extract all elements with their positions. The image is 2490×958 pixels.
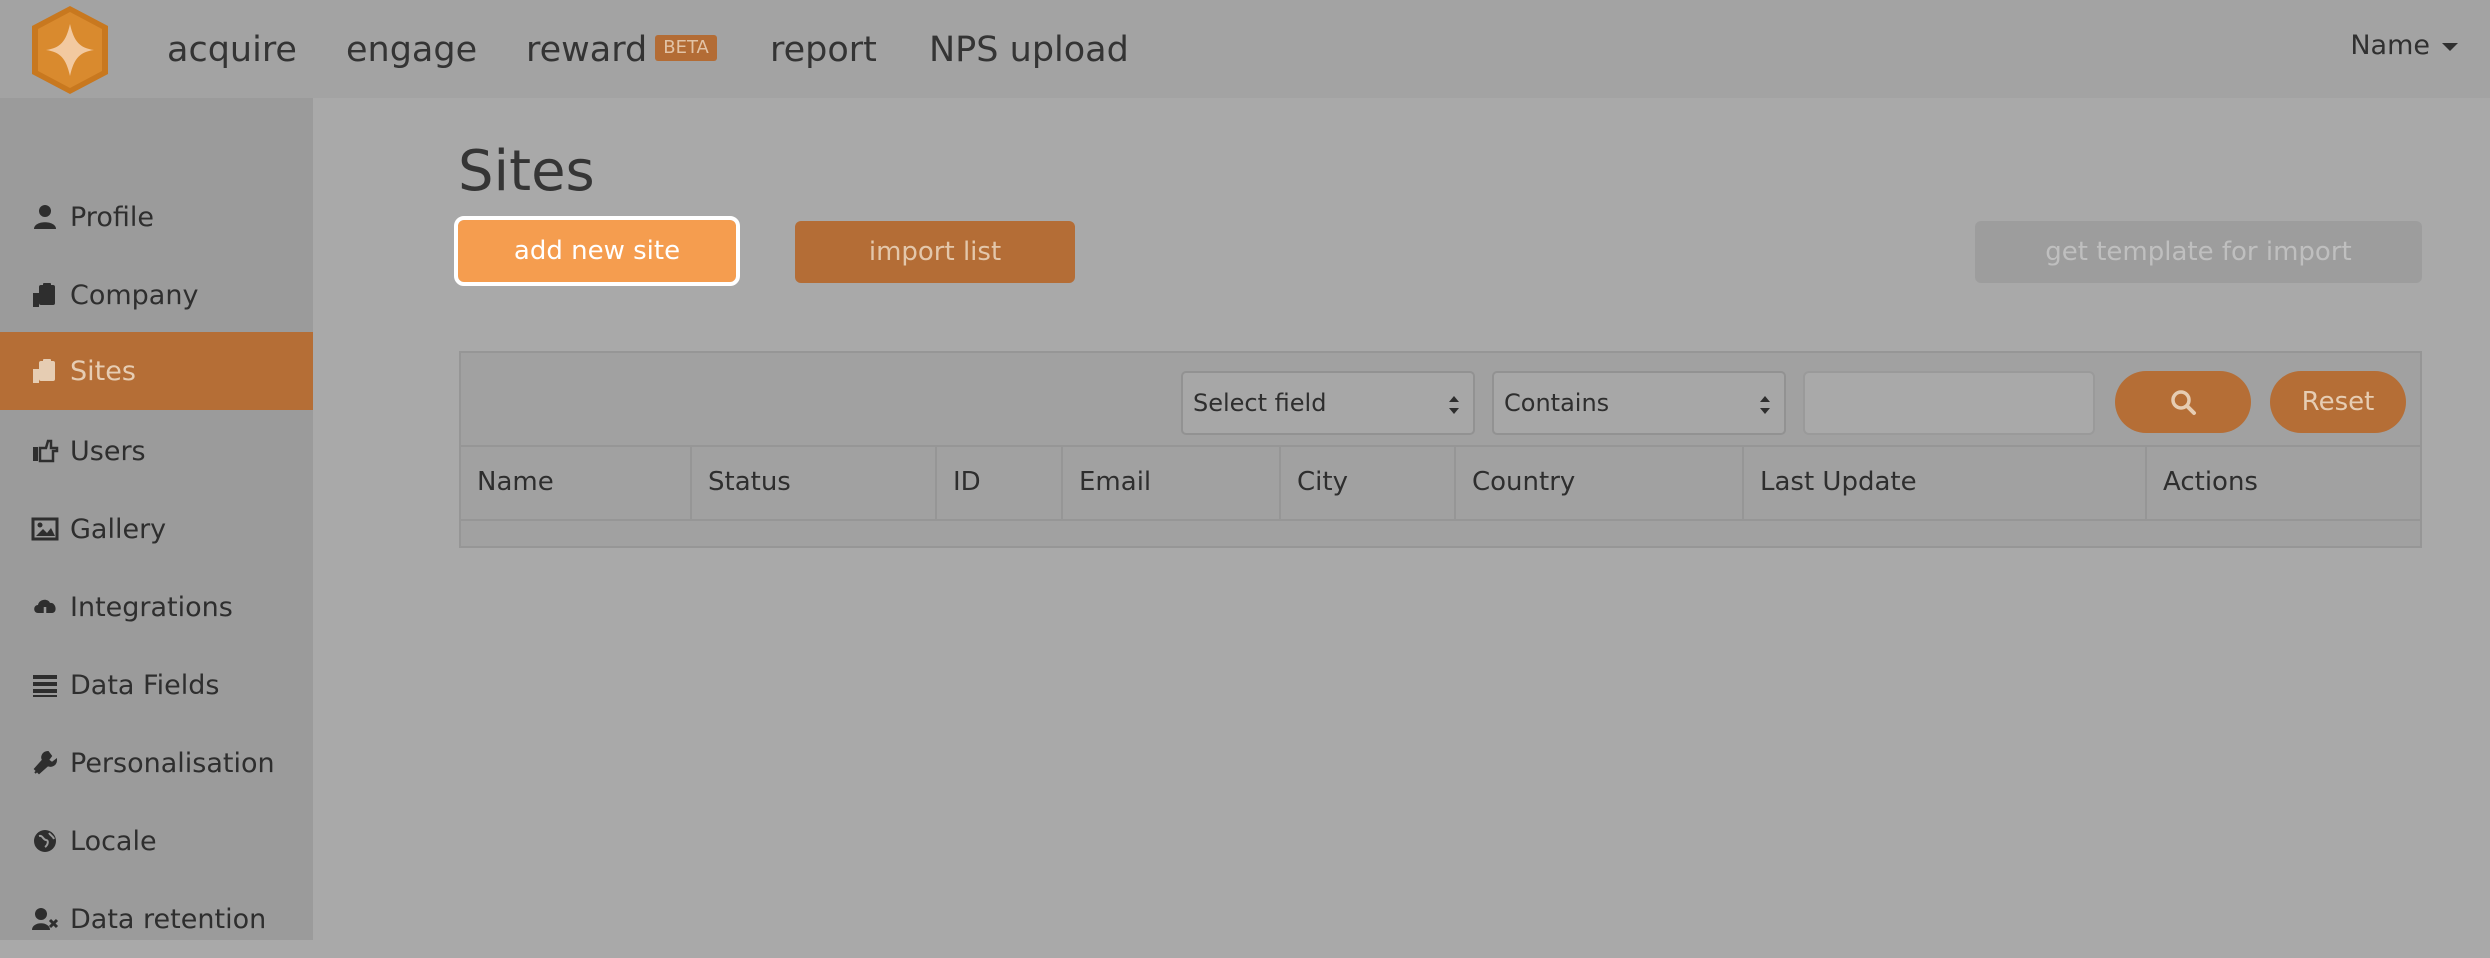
nav-nps-upload[interactable]: NPS upload [929, 22, 1129, 78]
sidebar-item-company[interactable]: Company [0, 256, 313, 334]
beta-badge: BETA [655, 35, 717, 61]
nav-report[interactable]: report [770, 22, 877, 78]
sidebar-item-label: Data retention [70, 903, 267, 935]
sidebar-item-label: Data Fields [70, 669, 220, 701]
column-header-city[interactable]: City [1281, 445, 1456, 519]
reset-button[interactable]: Reset [2270, 371, 2406, 433]
sidebar-item-label: Profile [70, 201, 154, 233]
clipboard-icon [28, 354, 62, 388]
select-arrows-icon [1760, 396, 1770, 414]
wrench-icon [28, 746, 62, 780]
page-title: Sites [458, 139, 595, 204]
list-icon [28, 668, 62, 702]
sidebar-item-data-fields[interactable]: Data Fields [0, 646, 313, 724]
sidebar-item-label: Company [70, 279, 199, 311]
add-new-site-button[interactable]: add new site [454, 216, 740, 286]
nav-engage[interactable]: engage [346, 22, 477, 78]
column-header-name[interactable]: Name [461, 445, 692, 519]
sidebar-item-data-retention[interactable]: Data retention [0, 880, 313, 958]
column-header-email[interactable]: Email [1063, 445, 1281, 519]
sidebar-item-personalisation[interactable]: Personalisation [0, 724, 313, 802]
column-header-status[interactable]: Status [692, 445, 937, 519]
filter-bar: Select field Contains Reset [461, 353, 2420, 447]
top-navbar: acquire engage reward BETA report NPS upl… [0, 0, 2490, 98]
user-menu[interactable]: Name [2350, 30, 2458, 61]
column-header-id[interactable]: ID [937, 445, 1063, 519]
sidebar-item-label: Gallery [70, 513, 167, 545]
sidebar-item-sites[interactable]: Sites [0, 332, 313, 410]
sidebar-item-profile[interactable]: Profile [0, 178, 313, 256]
user-remove-icon [28, 902, 62, 936]
clipboard-icon [28, 278, 62, 312]
import-list-button[interactable]: import list [795, 221, 1075, 283]
sidebar-item-label: Integrations [70, 591, 233, 623]
sidebar-item-locale[interactable]: Locale [0, 802, 313, 880]
column-header-country[interactable]: Country [1456, 445, 1744, 519]
sidebar-item-integrations[interactable]: Integrations [0, 568, 313, 646]
sidebar-item-label: Locale [70, 825, 157, 857]
column-header-last-update[interactable]: Last Update [1744, 445, 2147, 519]
nav-reward[interactable]: reward BETA [526, 22, 717, 78]
select-arrows-icon [1449, 396, 1459, 414]
get-template-button[interactable]: get template for import [1975, 221, 2422, 283]
nav-reward-label: reward [526, 30, 648, 70]
table-header-row: Name Status ID Email City Country Last U… [461, 445, 2420, 521]
operator-select-value: Contains [1504, 389, 1610, 417]
caret-down-icon [2442, 42, 2458, 51]
column-header-actions: Actions [2163, 467, 2258, 497]
operator-select[interactable]: Contains [1492, 371, 1786, 435]
sidebar-item-label: Users [70, 435, 146, 467]
nav-acquire[interactable]: acquire [167, 22, 297, 78]
search-input[interactable] [1803, 371, 2095, 435]
search-icon [2171, 390, 2196, 415]
sidebar-item-gallery[interactable]: Gallery [0, 490, 313, 568]
app-logo-icon[interactable] [28, 4, 112, 96]
sites-table-panel: Select field Contains Reset Name Status … [459, 351, 2422, 548]
user-menu-label: Name [2350, 30, 2430, 61]
sidebar-item-label: Personalisation [70, 747, 275, 779]
field-select-value: Select field [1193, 389, 1327, 417]
hand-point-icon [28, 434, 62, 468]
image-icon [28, 512, 62, 546]
globe-icon [28, 824, 62, 858]
field-select[interactable]: Select field [1181, 371, 1475, 435]
sidebar-item-users[interactable]: Users [0, 412, 313, 490]
sidebar: Profile Company Sites Users Gallery Inte… [0, 98, 313, 940]
cloud-download-icon [28, 590, 62, 624]
sidebar-item-label: Sites [70, 355, 136, 387]
search-button[interactable] [2115, 371, 2251, 433]
user-icon [28, 200, 62, 234]
